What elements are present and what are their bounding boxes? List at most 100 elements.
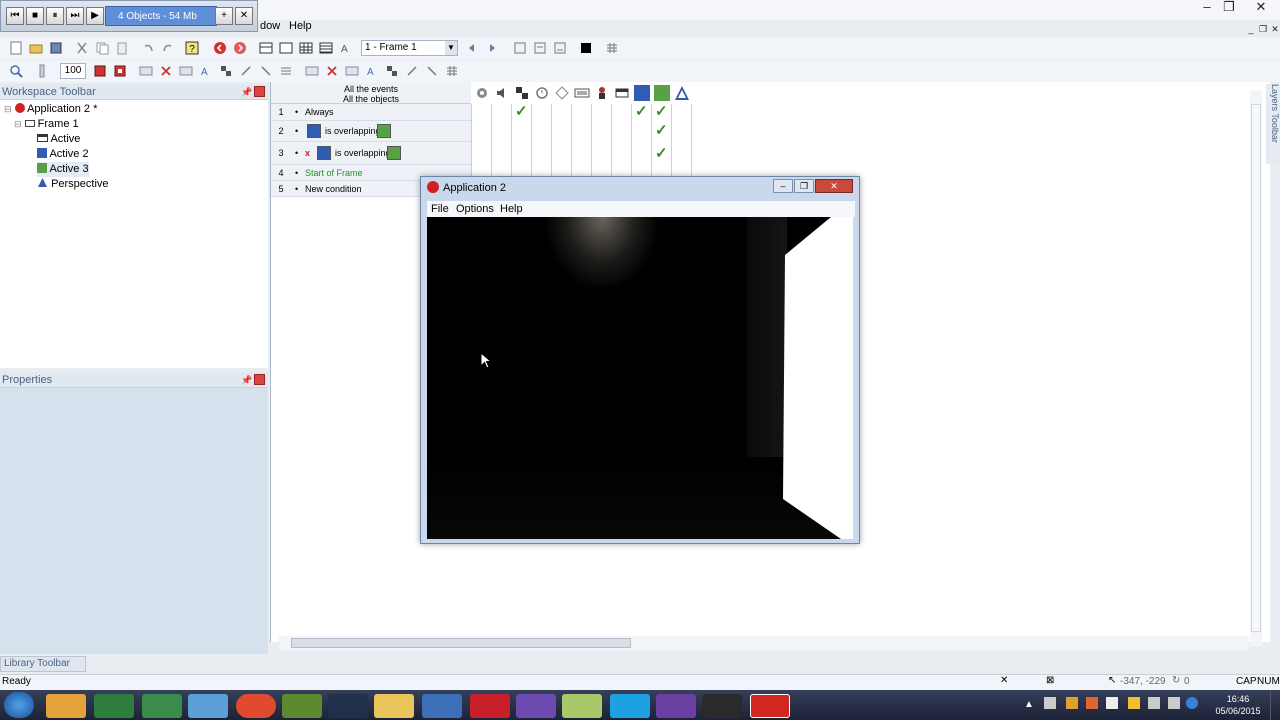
taskbar-app-icon[interactable] [142, 694, 182, 718]
special-object-icon[interactable] [474, 85, 490, 104]
move-down-icon[interactable] [424, 63, 440, 79]
table-icon[interactable] [444, 63, 460, 79]
game-viewport[interactable] [427, 217, 853, 539]
vertical-scrollbar[interactable] [1250, 90, 1262, 646]
taskbar-steam-icon[interactable] [328, 694, 368, 718]
background-color-icon[interactable] [578, 40, 594, 56]
event-row[interactable]: 1 • Always [271, 104, 471, 121]
outer-maximize-button[interactable]: ❐ [1218, 0, 1240, 16]
align-icon[interactable] [344, 63, 360, 79]
check-icon[interactable]: ✓ [655, 144, 668, 162]
player-close-button[interactable]: ✕ [235, 7, 253, 25]
app-menu-help[interactable]: Help [500, 203, 523, 215]
event-row[interactable]: 2 • is overlapping [271, 121, 471, 142]
app-maximize-button[interactable]: ❐ [794, 179, 814, 193]
save-icon[interactable] [48, 40, 64, 56]
taskbar-minecraft-icon[interactable] [282, 694, 322, 718]
grid-settings-icon[interactable] [604, 40, 620, 56]
taskbar-network-icon[interactable] [188, 694, 228, 718]
app-minimize-button[interactable]: – [773, 179, 793, 193]
expand-minus-icon[interactable]: ⊟ [4, 104, 12, 114]
tray-icon[interactable] [1066, 697, 1078, 709]
layer-icon[interactable] [304, 63, 320, 79]
duplicate-frame-icon[interactable] [532, 40, 548, 56]
expand-minus-icon[interactable]: ⊟ [14, 119, 22, 129]
font-icon[interactable]: A [364, 63, 380, 79]
check-icon[interactable]: ✓ [655, 121, 668, 139]
timer-icon[interactable] [534, 85, 550, 104]
taskbar-obs-icon[interactable] [702, 694, 742, 718]
insert-frame-icon[interactable] [512, 40, 528, 56]
sound-icon[interactable] [494, 85, 510, 104]
event-row[interactable]: 3 • x is overlapping [271, 142, 471, 165]
taskbar-notes-icon[interactable] [562, 694, 602, 718]
tray-icon[interactable] [1086, 697, 1098, 709]
zoom-slider-icon[interactable] [34, 63, 50, 79]
delete-frame-icon[interactable] [552, 40, 568, 56]
tree-object-active[interactable]: Active [37, 132, 80, 147]
tree-frame[interactable]: ⊟ Frame 1 [14, 117, 79, 132]
tree-app[interactable]: ⊟ Application 2 * [4, 102, 97, 117]
app-close-button[interactable]: ✕ [815, 179, 853, 193]
taskbar-chrome-icon[interactable] [236, 694, 276, 718]
stop-button[interactable]: ■ [26, 7, 44, 25]
tray-icon[interactable] [1128, 697, 1140, 709]
active-2-column-icon[interactable] [634, 85, 650, 101]
event-list-editor-icon[interactable] [318, 40, 334, 56]
keyboard-icon[interactable] [574, 85, 590, 104]
layers-toolbar-tab[interactable]: Layers Toolbar [1266, 84, 1280, 164]
tray-volume-icon[interactable] [1168, 697, 1180, 709]
insert-event-icon[interactable] [92, 63, 108, 79]
pin-icon[interactable]: 📌 [241, 84, 252, 100]
play-button[interactable]: ▶ [86, 7, 104, 25]
taskbar-excel-icon[interactable] [94, 694, 134, 718]
undo-icon[interactable] [140, 40, 156, 56]
scroll-thumb[interactable] [1251, 104, 1261, 632]
check-icon[interactable]: ✓ [515, 102, 528, 120]
tray-flag-icon[interactable] [1106, 697, 1118, 709]
app-menu-file[interactable]: File [431, 203, 449, 215]
delete-icon[interactable] [324, 63, 340, 79]
checker-icon[interactable] [218, 63, 234, 79]
frame-editor-icon[interactable] [278, 40, 294, 56]
collapse-icon[interactable] [258, 63, 274, 79]
create-object-icon[interactable] [554, 85, 570, 104]
outer-minimize-button[interactable]: – [1196, 0, 1218, 16]
prev-frame-icon[interactable] [464, 40, 480, 56]
tray-network-icon[interactable] [1148, 697, 1160, 709]
pin-icon[interactable]: 📌 [241, 372, 252, 388]
redo-icon[interactable] [160, 40, 176, 56]
expand-icon[interactable] [238, 63, 254, 79]
tree-object-active-3[interactable]: Active 3 [37, 162, 89, 177]
pattern-icon[interactable] [384, 63, 400, 79]
copy-icon[interactable] [94, 40, 110, 56]
frame-select[interactable]: 1 - Frame 1 ▼ [361, 40, 458, 56]
clock[interactable]: 16:46 05/06/2015 [1212, 693, 1264, 717]
perspective-column-icon[interactable] [674, 85, 690, 104]
taskbar-explorer-icon[interactable] [374, 694, 414, 718]
check-icon[interactable]: ✓ [635, 102, 648, 120]
active-object-column-icon[interactable] [614, 85, 630, 104]
active-3-column-icon[interactable] [654, 85, 670, 101]
tray-update-icon[interactable] [1186, 697, 1198, 709]
mdi-close-button[interactable]: ✕ [1264, 22, 1280, 38]
storyboard-editor-icon[interactable] [258, 40, 274, 56]
taskbar-acrobat-icon[interactable] [470, 694, 510, 718]
taskbar-media-icon[interactable] [46, 694, 86, 718]
text-object-icon[interactable]: A [198, 63, 214, 79]
check-icon[interactable]: ✓ [655, 102, 668, 120]
remove-filter-icon[interactable] [158, 63, 174, 79]
step-button[interactable]: ⏭ [66, 7, 84, 25]
paste-icon[interactable] [114, 40, 130, 56]
close-icon[interactable] [254, 86, 265, 97]
move-up-icon[interactable] [404, 63, 420, 79]
player-icon[interactable] [594, 85, 610, 104]
menu-help[interactable]: Help [289, 20, 312, 32]
player-add-button[interactable]: + [215, 7, 233, 25]
run-frame-icon[interactable] [232, 40, 248, 56]
run-app-icon[interactable] [212, 40, 228, 56]
horizontal-scrollbar[interactable] [279, 636, 1249, 650]
event-editor-icon[interactable] [298, 40, 314, 56]
tree-object-active-2[interactable]: Active 2 [37, 147, 89, 162]
next-frame-icon[interactable] [484, 40, 500, 56]
